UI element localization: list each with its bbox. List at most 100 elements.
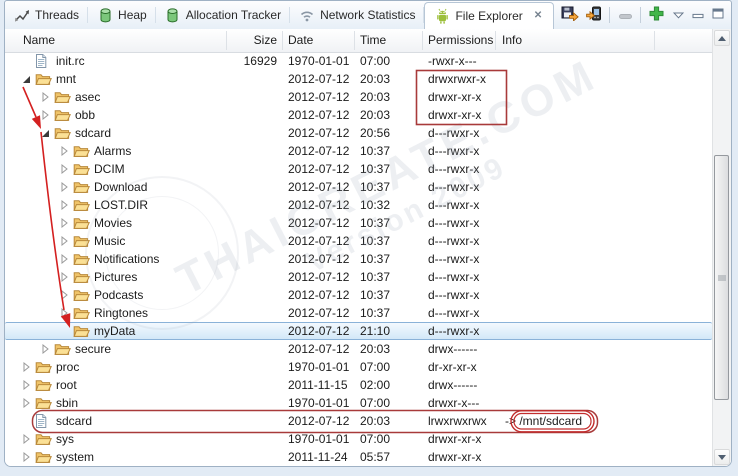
close-tab-icon[interactable]: ✕ (532, 10, 544, 22)
tree-row-alarms[interactable]: Alarms 2012-07-12 10:37 d---rwxr-x (5, 142, 712, 160)
column-header-name[interactable]: Name (23, 33, 55, 47)
tree-row-secure[interactable]: secure 2012-07-12 20:03 drwx------ (5, 340, 712, 358)
expand-icon[interactable] (55, 178, 73, 196)
tab-label: Threads (35, 8, 80, 22)
column-divider[interactable] (354, 31, 355, 50)
date-cell: 2012-07-12 (288, 72, 350, 86)
tree-row-root[interactable]: root 2011-11-15 02:00 drwx------ (5, 376, 712, 394)
file-name-label: mnt (56, 72, 77, 86)
scroll-down-button[interactable] (714, 449, 730, 465)
tree-row-sys[interactable]: sys 1970-01-01 07:00 drwxr-xr-x (5, 430, 712, 448)
collapse-icon[interactable] (17, 70, 35, 88)
tab-network-statistics[interactable]: Network Statistics (290, 1, 425, 29)
column-header-size[interactable]: Size (232, 33, 277, 47)
expand-icon[interactable] (17, 358, 35, 376)
tree-row-download[interactable]: Download 2012-07-12 10:37 d---rwxr-x (5, 178, 712, 196)
folder-icon (54, 88, 71, 106)
permissions-cell: d---rwxr-x (428, 216, 480, 230)
file-icon (35, 52, 52, 70)
expand-icon[interactable] (55, 250, 73, 268)
expand-icon[interactable] (36, 340, 54, 358)
tree-row-mnt[interactable]: mnt 2012-07-12 20:03 drwxrwxr-x (5, 70, 712, 88)
column-header-info[interactable]: Info (502, 33, 522, 47)
file-name-label: secure (75, 342, 112, 356)
expand-icon[interactable] (55, 160, 73, 178)
column-header-date[interactable]: Date (288, 33, 313, 47)
folder-icon (35, 448, 52, 466)
tree-row-sdcard[interactable]: sdcard 2012-07-12 20:56 d---rwxr-x (5, 124, 712, 142)
tree-row-dcim[interactable]: DCIM 2012-07-12 10:37 d---rwxr-x (5, 160, 712, 178)
expand-icon[interactable] (55, 268, 73, 286)
date-cell: 2012-07-12 (288, 144, 350, 158)
file-name-label: sdcard (56, 414, 93, 428)
row-name: proc (5, 358, 712, 376)
time-cell: 05:57 (360, 450, 391, 464)
maximize-button[interactable] (711, 8, 725, 22)
row-name: sdcard (5, 412, 712, 430)
delete-button[interactable] (616, 6, 634, 24)
tree-row-obb[interactable]: obb 2012-07-12 20:03 drwxr-xr-x (5, 106, 712, 124)
tree-row-movies[interactable]: Movies 2012-07-12 10:37 d---rwxr-x (5, 214, 712, 232)
expand-icon[interactable] (55, 304, 73, 322)
row-name: Movies (5, 214, 712, 232)
column-divider[interactable] (422, 31, 423, 50)
expand-icon[interactable] (17, 448, 35, 466)
tree-row-sdcard[interactable]: sdcard 2012-07-12 20:03 lrwxrwxrwx -> /mnt/s… (5, 412, 712, 430)
scrollbar-thumb[interactable] (714, 155, 729, 400)
view-toolbar (561, 1, 725, 29)
vertical-scrollbar[interactable] (712, 29, 731, 466)
expand-icon[interactable] (55, 142, 73, 160)
tree-row-ringtones[interactable]: Ringtones 2012-07-12 10:37 d---rwxr-x (5, 304, 712, 322)
expand-icon[interactable] (17, 430, 35, 448)
tree-row-podcasts[interactable]: Podcasts 2012-07-12 10:37 d---rwxr-x (5, 286, 712, 304)
expand-icon[interactable] (17, 376, 35, 394)
column-divider[interactable] (282, 31, 283, 50)
expand-icon[interactable] (36, 88, 54, 106)
tree-row-proc[interactable]: proc 1970-01-01 07:00 dr-xr-xr-x (5, 358, 712, 376)
tab-heap[interactable]: Heap (88, 1, 156, 29)
permissions-cell: d---rwxr-x (428, 288, 480, 302)
row-name: DCIM (5, 160, 712, 178)
file-name-label: asec (75, 90, 101, 104)
tab-allocation-tracker[interactable]: Allocation Tracker (156, 1, 291, 29)
scroll-up-button[interactable] (714, 30, 730, 46)
scroll-down-icon (718, 454, 726, 460)
expand-icon[interactable] (36, 106, 54, 124)
tree-row-music[interactable]: Music 2012-07-12 10:37 d---rwxr-x (5, 232, 712, 250)
column-divider[interactable] (226, 31, 227, 50)
tree-row-asec[interactable]: asec 2012-07-12 20:03 drwxr-xr-x (5, 88, 712, 106)
tree-row-init-rc[interactable]: init.rc 16929 1970-01-01 07:00 -rwxr-x--- (5, 52, 712, 70)
collapse-icon[interactable] (36, 124, 54, 142)
expand-icon[interactable] (55, 232, 73, 250)
expand-icon[interactable] (55, 214, 73, 232)
expand-icon[interactable] (55, 286, 73, 304)
column-header-time[interactable]: Time (360, 33, 386, 47)
tab-label: Heap (118, 8, 147, 22)
file-name-label: system (56, 450, 95, 464)
tree-row-pictures[interactable]: Pictures 2012-07-12 10:37 d---rwxr-x (5, 268, 712, 286)
push-file-button[interactable] (585, 6, 603, 24)
tree-row-system[interactable]: system 2011-11-24 05:57 drwxr-xr-x (5, 448, 712, 466)
pull-file-button[interactable] (561, 6, 579, 24)
tree-rows: init.rc 16929 1970-01-01 07:00 -rwxr-x--- mnt… (5, 52, 712, 466)
new-folder-button[interactable] (647, 6, 665, 24)
time-cell: 20:03 (360, 342, 391, 356)
expand-icon[interactable] (17, 394, 35, 412)
row-name: sbin (5, 394, 712, 412)
tab-threads[interactable]: Threads (5, 1, 89, 29)
expand-icon[interactable] (55, 196, 73, 214)
tree-row-notifications[interactable]: Notifications 2012-07-12 10:37 d---rwxr-x (5, 250, 712, 268)
column-divider[interactable] (654, 31, 655, 50)
date-cell: 2012-07-12 (288, 288, 350, 302)
column-divider[interactable] (495, 31, 496, 50)
column-header-permissions[interactable]: Permissions (428, 33, 493, 47)
view-menu-button[interactable] (671, 8, 685, 22)
tree-row-lost-dir[interactable]: LOST.DIR 2012-07-12 10:32 d---rwxr-x (5, 196, 712, 214)
minimize-button[interactable] (691, 8, 705, 22)
tree-row-sbin[interactable]: sbin 1970-01-01 07:00 drwxr-x--- (5, 394, 712, 412)
date-cell: 2011-11-15 (288, 378, 348, 392)
tree-row-mydata[interactable]: myData 2012-07-12 21:10 d---rwxr-x (5, 322, 712, 340)
time-cell: 10:37 (360, 270, 391, 284)
tab-file-explorer[interactable]: File Explorer ✕ (424, 2, 555, 29)
permissions-cell: drwxr-xr-x (428, 108, 482, 122)
